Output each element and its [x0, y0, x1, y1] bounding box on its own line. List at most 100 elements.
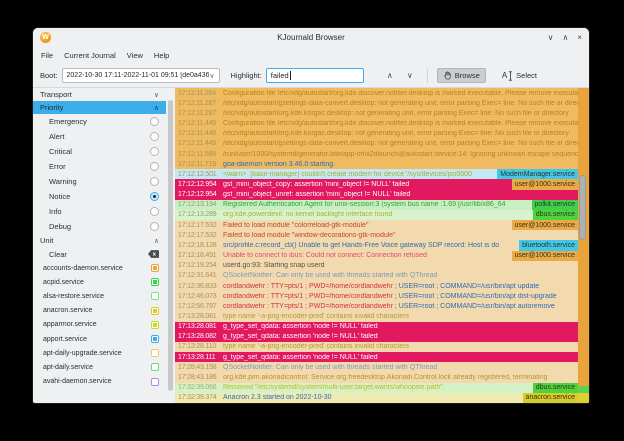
log-row[interactable]: 17:32:39.374Anacron 2.3 started on 2022-… — [175, 393, 578, 403]
log-row[interactable]: 17:12:46.073cordlandwehr : TTY=pts/1 ; P… — [175, 291, 578, 301]
minimize-button[interactable]: ∨ — [548, 34, 554, 42]
log-row[interactable]: 17:12:12.954gst_mini_object_copy: assert… — [175, 179, 578, 189]
unit-filter-apt-daily-upgrade-service[interactable]: apt-daily-upgrade.service — [33, 346, 166, 360]
priority-option-emergency[interactable]: Emergency — [33, 114, 166, 129]
unit-badge-user-1000-service: user@1000.service — [512, 251, 578, 261]
unit-filter-apt-daily-service[interactable]: apt-daily.service — [33, 360, 166, 374]
checkbox[interactable] — [151, 264, 159, 272]
radio-button[interactable] — [150, 117, 159, 126]
checkbox[interactable] — [151, 363, 159, 371]
checkbox[interactable] — [151, 278, 159, 286]
unit-filter-label: apt-daily.service — [43, 364, 93, 371]
section-priority[interactable]: Priority ∧ — [33, 101, 166, 114]
section-unit[interactable]: Unit ∧ — [33, 234, 166, 247]
titlebar[interactable]: W KJournald Browser ∨∧× — [33, 28, 589, 47]
checkbox[interactable] — [151, 321, 159, 329]
log-row[interactable]: 17:12:12.501<warn> [base-manager] couldn… — [175, 169, 578, 179]
boot-select-value: 2022-10-30 17:11-2022-11-01 09:51 [de0a4… — [67, 72, 210, 79]
log-row[interactable]: 17:12:11.284Configuration file /etc/xdg/… — [175, 88, 578, 98]
unit-filter-anacron-service[interactable]: anacron.service — [33, 304, 166, 318]
boot-select[interactable]: 2022-10-30 17:11-2022-11-01 09:51 [de0a4… — [62, 68, 220, 83]
sidebar-scrollbar[interactable] — [166, 88, 175, 403]
log-scrollbar-handle[interactable] — [579, 175, 586, 240]
unit-badge-modemmanager-service: ModemManager.service — [497, 169, 578, 179]
unit-filter-apport-service[interactable]: apport.service — [33, 332, 166, 346]
maximize-button[interactable]: ∧ — [562, 34, 568, 42]
radio-button[interactable] — [150, 132, 159, 141]
unit-filter-apparmor-service[interactable]: apparmor.service — [33, 318, 166, 332]
log-message: cordlandwehr : TTY=pts/1 ; PWD=/home/cor… — [223, 303, 578, 310]
browse-button-label: Browse — [455, 71, 480, 80]
log-row[interactable]: 17:12:11.588/run/user/1000/systemd/gener… — [175, 149, 578, 159]
checkbox[interactable] — [151, 292, 159, 300]
log-row[interactable]: 17:12:11.287/etc/xdg/autostart/org.kde.k… — [175, 108, 578, 118]
menu-item-current-journal[interactable]: Current Journal — [64, 51, 116, 60]
log-timestamp: 17:13:28.082 — [175, 333, 223, 340]
sidebar-scrollbar-handle[interactable] — [168, 100, 173, 391]
priority-option-debug[interactable]: Debug — [33, 219, 166, 234]
log-timestamp: 17:12:18.491 — [175, 252, 223, 259]
log-row[interactable]: 17:12:11.445Configuration file /etc/xdg/… — [175, 118, 578, 128]
priority-option-critical[interactable]: Critical — [33, 144, 166, 159]
browse-button[interactable]: Browse — [437, 68, 486, 83]
log-row[interactable]: 17:12:56.797cordlandwehr : TTY=pts/1 ; P… — [175, 301, 578, 311]
log-message-part: <warn> [base-manager] couldn't create mo… — [223, 171, 472, 178]
log-row[interactable]: 17:12:31.641QSocketNotifier: Can only be… — [175, 271, 578, 281]
log-row[interactable]: 17:12:11.448/etc/xdg/autostart/org.kde.k… — [175, 129, 578, 139]
clear-units-button[interactable]: Clear — [33, 247, 166, 261]
log-row[interactable]: 17:13:28.081type name '-a-png-encoder-pr… — [175, 311, 578, 321]
log-message-part: /etc/xdg/autostart/org.kde.korgac.deskto… — [223, 110, 569, 117]
radio-button[interactable] — [150, 222, 159, 231]
log-row[interactable]: 17:12:19.254userd.go:93: Starting snap u… — [175, 261, 578, 271]
log-row[interactable]: 17:28:43.158QSocketNotifier: Can only be… — [175, 362, 578, 372]
log-row[interactable]: 17:13:28.082g_type_set_qdata: assertion … — [175, 332, 578, 342]
checkbox[interactable] — [151, 378, 159, 386]
checkbox[interactable] — [151, 307, 159, 315]
log-row[interactable]: 17:12:12.954gst_mini_object_unref: asser… — [175, 190, 578, 200]
radio-button[interactable] — [150, 147, 159, 156]
priority-option-warning[interactable]: Warning — [33, 174, 166, 189]
log-row[interactable]: 17:12:36.833cordlandwehr : TTY=pts/1 ; P… — [175, 281, 578, 291]
log-row[interactable]: 17:12:17.532Failed to load module "color… — [175, 220, 578, 230]
priority-option-error[interactable]: Error — [33, 159, 166, 174]
find-previous-button[interactable]: ∧ — [382, 72, 398, 80]
log-row[interactable]: 17:12:11.719goa-daemon version 3.46.0 st… — [175, 159, 578, 169]
log-row[interactable]: 17:28:43.186org.kde.pim.akonadicontrol: … — [175, 372, 578, 382]
log-row[interactable]: 17:32:39.066Removed "/etc/systemd/system… — [175, 383, 578, 393]
radio-button[interactable] — [150, 207, 159, 216]
log-row[interactable]: 17:13:28.110type name '-a-png-encoder-pr… — [175, 342, 578, 352]
unit-filter-accounts-daemon-service[interactable]: accounts-daemon.service — [33, 261, 166, 275]
log-row[interactable]: 17:12:18.491Unable to connect to ibus: C… — [175, 251, 578, 261]
log-scrollbar[interactable] — [578, 88, 589, 403]
radio-button[interactable] — [150, 162, 159, 171]
log-row[interactable]: 17:12:13.289org.kde.powerdevil: no kerne… — [175, 210, 578, 220]
unit-filter-avahi-daemon-service[interactable]: avahi-daemon.service — [33, 375, 166, 389]
unit-filter-acpid-service[interactable]: acpid.service — [33, 275, 166, 289]
log-row[interactable]: 17:13:28.081g_type_set_qdata: assertion … — [175, 322, 578, 332]
priority-option-info[interactable]: Info — [33, 204, 166, 219]
section-transport[interactable]: Transport ∨ — [33, 88, 166, 101]
close-button[interactable]: × — [577, 34, 582, 42]
radio-button[interactable] — [150, 192, 159, 201]
menu-item-help[interactable]: Help — [154, 51, 169, 60]
select-button[interactable]: A Select — [496, 68, 543, 84]
log-view: 17:12:11.284Configuration file /etc/xdg/… — [175, 88, 589, 403]
highlight-input[interactable]: failed — [266, 68, 364, 83]
log-row[interactable]: 17:12:18.128src/profile.c:record_cb() Un… — [175, 240, 578, 250]
menu-item-file[interactable]: File — [41, 51, 53, 60]
priority-option-notice[interactable]: Notice — [33, 189, 166, 204]
menu-item-view[interactable]: View — [127, 51, 143, 60]
log-row[interactable]: 17:12:17.532Failed to load module "windo… — [175, 230, 578, 240]
checkbox[interactable] — [151, 335, 159, 343]
log-timestamp: 17:12:12.954 — [175, 191, 223, 198]
log-message: org.kde.pim.akonadicontrol: Service org.… — [223, 374, 578, 381]
priority-option-alert[interactable]: Alert — [33, 129, 166, 144]
log-row[interactable]: 17:13:28.111g_type_set_qdata: assertion … — [175, 352, 578, 362]
log-row[interactable]: 17:12:11.449/etc/xdg/autostart/gsettings… — [175, 139, 578, 149]
log-row[interactable]: 17:12:11.287/etc/xdg/autostart/gsettings… — [175, 98, 578, 108]
find-next-button[interactable]: ∨ — [402, 72, 418, 80]
log-row[interactable]: 17:12:13.194Registered Authentication Ag… — [175, 200, 578, 210]
radio-button[interactable] — [150, 177, 159, 186]
unit-filter-alsa-restore-service[interactable]: alsa-restore.service — [33, 289, 166, 303]
checkbox[interactable] — [151, 349, 159, 357]
